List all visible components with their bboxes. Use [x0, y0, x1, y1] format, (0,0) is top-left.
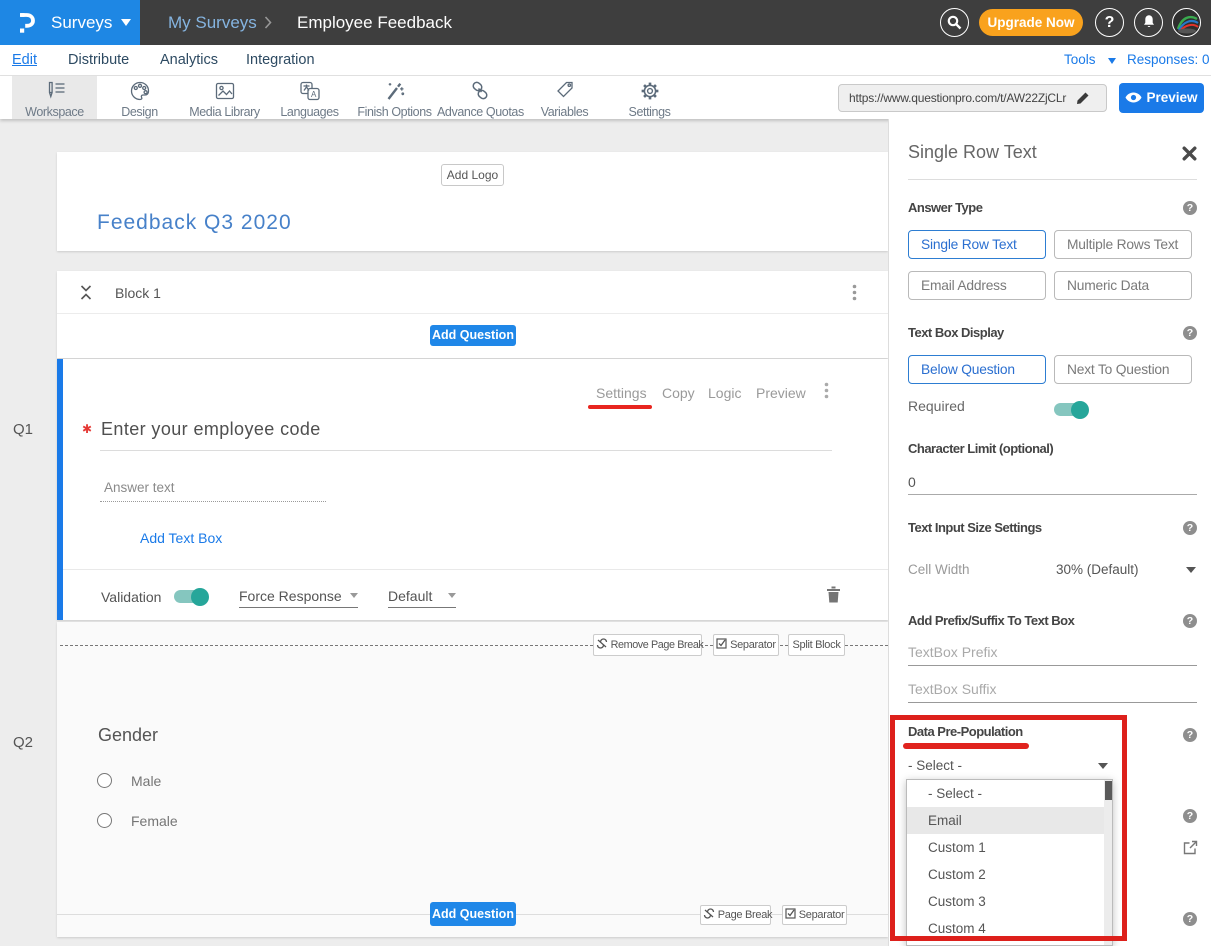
svg-text:A: A	[311, 90, 317, 99]
